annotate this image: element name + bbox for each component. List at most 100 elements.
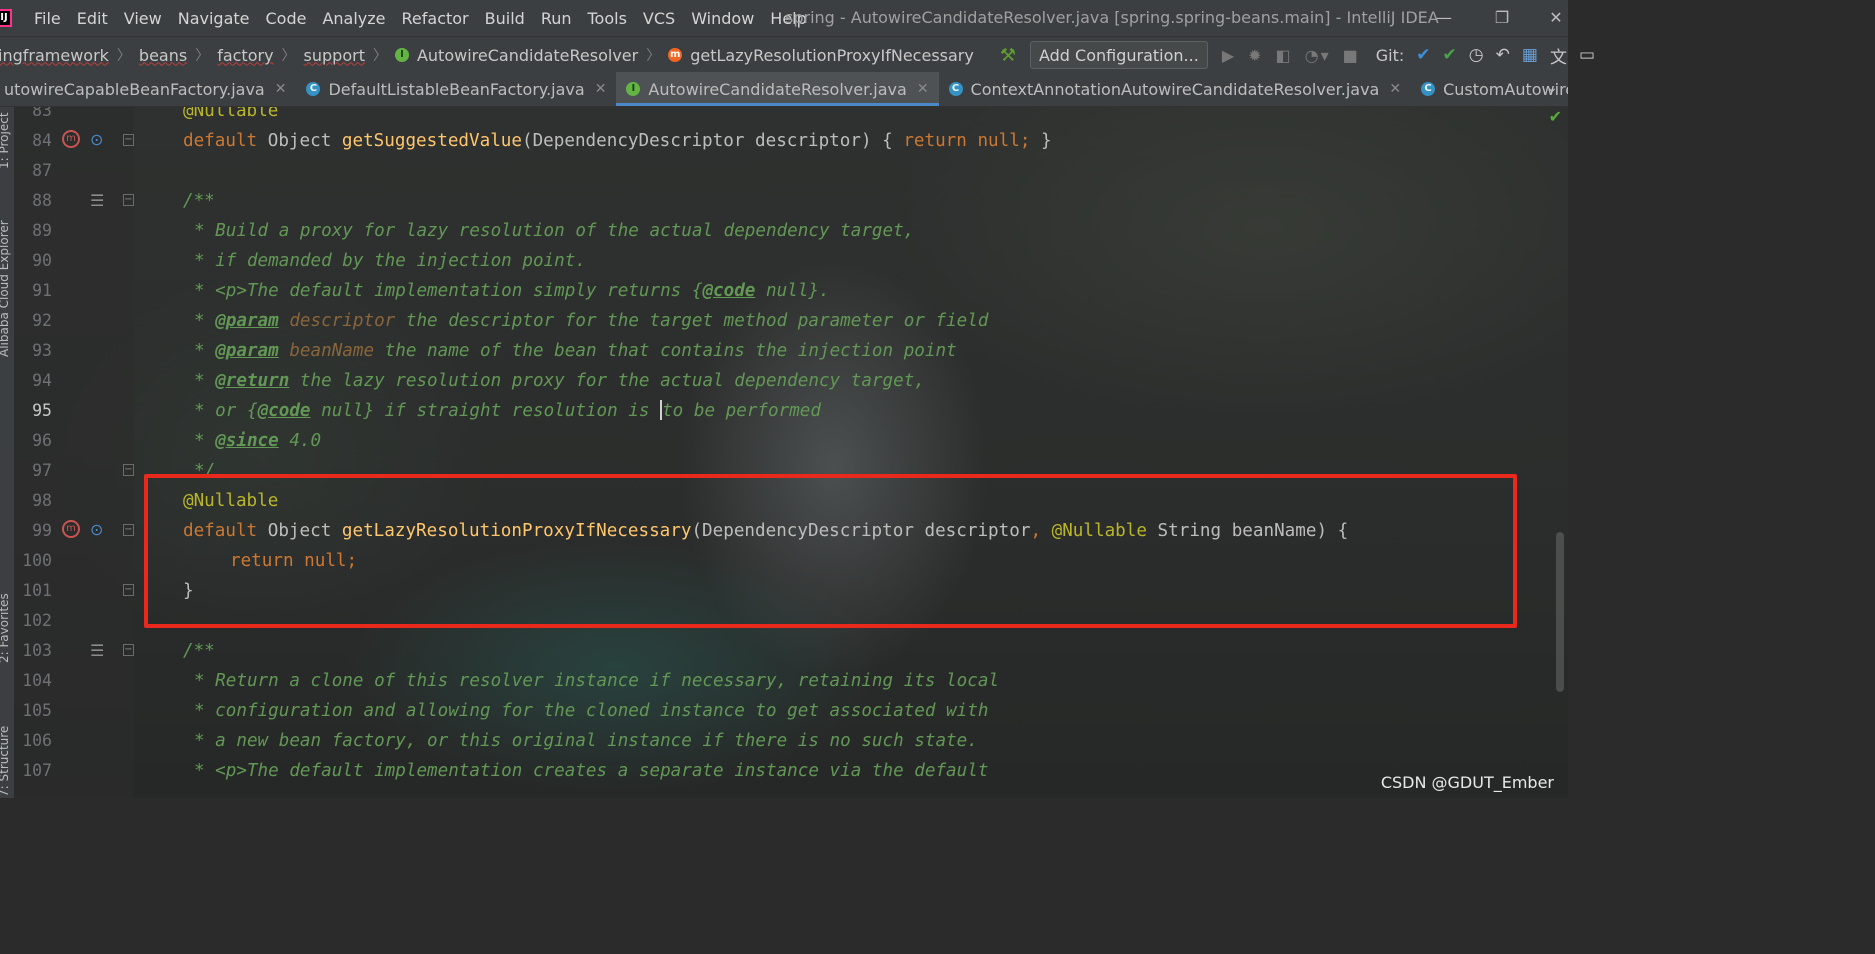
close-icon[interactable]: ✕ (595, 81, 607, 97)
code-text: * or {@code null} if straight resolution… (194, 400, 821, 421)
menu-edit[interactable]: Edit (77, 9, 108, 28)
close-icon[interactable]: ✕ (275, 81, 287, 97)
fold-marker-icon[interactable]: − (123, 584, 134, 596)
git-commit-icon[interactable]: ✔ (1443, 45, 1457, 65)
maximize-button[interactable]: ❐ (1490, 6, 1514, 30)
watermark: CSDN @GDUT_Ember (1380, 773, 1554, 792)
code-text: /** (183, 191, 215, 211)
line-number: 96 (32, 431, 52, 450)
class-icon: C (948, 82, 963, 96)
minimize-button[interactable]: — (1432, 6, 1456, 30)
method-icon: m (668, 48, 683, 62)
vertical-scrollbar[interactable] (1556, 532, 1564, 692)
overridden-method-icon[interactable]: ⊙ (90, 520, 103, 539)
navigation-bar: ingframework 〉 beans 〉 factory 〉 support… (0, 36, 1595, 74)
code-text: * @since 4.0 (194, 431, 322, 451)
profile-icon[interactable]: ◔ (1305, 46, 1319, 65)
build-hammer-icon[interactable]: ⚒ (1000, 45, 1016, 66)
fold-marker-icon[interactable]: − (123, 524, 134, 536)
code-text: * @param beanName the name of the bean t… (194, 341, 957, 361)
history-icon[interactable]: ◷ (1469, 45, 1484, 65)
translate-icon[interactable]: 文 (1550, 43, 1567, 68)
fold-marker-icon[interactable]: − (123, 194, 134, 206)
breadcrumb-springframework[interactable]: ingframework (0, 46, 109, 65)
line-number: 84 (32, 131, 52, 150)
favorites-tool-window-button[interactable]: 2: Favorites (0, 593, 11, 663)
tab-autowire-capable-bean-factory[interactable]: utowireCapableBeanFactory.java ✕ (0, 72, 296, 106)
code-line: 89 * Build a proxy for lazy resolution o… (14, 216, 1568, 246)
tabs-overflow-chevron-icon[interactable]: ⌄ (1546, 80, 1558, 96)
presentation-icon[interactable]: ▭ (1579, 45, 1595, 65)
git-update-icon[interactable]: ✔ (1416, 45, 1430, 65)
breadcrumb-factory[interactable]: factory (217, 46, 273, 65)
breadcrumb-interface[interactable]: I AutowireCandidateResolver (394, 46, 638, 65)
has-implementations-icon[interactable]: m (62, 130, 80, 148)
tab-autowire-candidate-resolver[interactable]: I AutowireCandidateResolver.java ✕ (616, 72, 939, 106)
line-number: 89 (32, 221, 52, 240)
breadcrumb-separator: 〉 (195, 48, 210, 64)
code-line: 94 * @return the lazy resolution proxy f… (14, 366, 1568, 396)
chevron-down-icon[interactable]: ▾ (1321, 46, 1329, 65)
code-editor[interactable]: 83 @Nullable 84 m ⊙ − default Object get… (14, 107, 1568, 798)
code-line: 88 ☰ − /** (14, 186, 1568, 216)
line-number: 107 (22, 761, 52, 780)
breadcrumb-separator: 〉 (116, 48, 131, 64)
tab-custom-autowire-configurer[interactable]: C CustomAutowireConfigurer1 (1411, 72, 1568, 106)
menu-code[interactable]: Code (266, 9, 307, 28)
run-icon[interactable]: ▶ (1222, 46, 1234, 65)
menu-vcs[interactable]: VCS (643, 9, 675, 28)
menu-bar: IJ File Edit View Navigate Code Analyze … (0, 0, 1568, 36)
code-text: * <p>The default implementation creates … (194, 761, 989, 781)
code-text: * @param descriptor the descriptor for t… (194, 311, 989, 331)
menu-window[interactable]: Window (691, 9, 754, 28)
line-number: 99 (32, 521, 52, 540)
fold-marker-icon[interactable]: − (123, 644, 134, 656)
project-tool-window-button[interactable]: 1: Project (0, 112, 11, 169)
tab-default-listable-bean-factory[interactable]: C DefaultListableBeanFactory.java ✕ (296, 72, 616, 106)
editor-tab-bar: utowireCapableBeanFactory.java ✕ C Defau… (0, 72, 1568, 107)
line-number: 94 (32, 371, 52, 390)
breadcrumb-support[interactable]: support (304, 46, 365, 65)
has-implementations-icon[interactable]: m (62, 520, 80, 538)
render-doc-icon[interactable]: ☰ (90, 641, 104, 660)
code-text: * configuration and allowing for the clo… (194, 701, 989, 721)
stop-icon[interactable]: ■ (1343, 46, 1358, 65)
code-line: 83 @Nullable (14, 107, 1568, 126)
fold-marker-icon[interactable]: − (123, 134, 134, 146)
debug-icon[interactable]: ✹ (1248, 46, 1261, 65)
menu-file[interactable]: File (34, 9, 61, 28)
tab-context-annotation-autowire-candidate-resolver[interactable]: C ContextAnnotationAutowireCandidateReso… (939, 72, 1412, 106)
menu-refactor[interactable]: Refactor (402, 9, 469, 28)
menu-analyze[interactable]: Analyze (322, 9, 385, 28)
add-configuration-button[interactable]: Add Configuration... (1029, 41, 1208, 69)
interface-icon: I (626, 82, 641, 96)
close-icon[interactable]: ✕ (917, 81, 929, 97)
menu-run[interactable]: Run (541, 9, 572, 28)
line-number: 83 (32, 107, 52, 120)
menu-tools[interactable]: Tools (588, 9, 627, 28)
menu-build[interactable]: Build (485, 9, 525, 28)
close-window-button[interactable]: ✕ (1544, 6, 1568, 30)
breadcrumb-method[interactable]: m getLazyResolutionProxyIfNecessary (668, 46, 974, 65)
code-line: 103 ☰ − /** (14, 636, 1568, 666)
line-number: 102 (22, 611, 52, 630)
code-line: 107 * <p>The default implementation crea… (14, 756, 1568, 786)
alibaba-cloud-explorer-button[interactable]: Alibaba Cloud Explorer (0, 220, 11, 357)
menu-view[interactable]: View (124, 9, 162, 28)
project-structure-icon[interactable]: ▦ (1522, 45, 1538, 65)
structure-tool-window-button[interactable]: 7: Structure (0, 726, 11, 797)
breadcrumb-beans[interactable]: beans (139, 46, 187, 65)
code-line: 87 (14, 156, 1568, 186)
code-text: * Build a proxy for lazy resolution of t… (194, 221, 915, 241)
render-doc-icon[interactable]: ☰ (90, 191, 104, 210)
coverage-icon[interactable]: ◧ (1276, 46, 1291, 65)
menu-navigate[interactable]: Navigate (178, 9, 250, 28)
line-number: 88 (32, 191, 52, 210)
fold-marker-icon[interactable]: − (123, 464, 134, 476)
rollback-icon[interactable]: ↶ (1496, 45, 1510, 65)
close-icon[interactable]: ✕ (1389, 81, 1401, 97)
line-number: 103 (22, 641, 52, 660)
overridden-method-icon[interactable]: ⊙ (90, 130, 103, 149)
code-line: 92 * @param descriptor the descriptor fo… (14, 306, 1568, 336)
code-line: 96 * @since 4.0 (14, 426, 1568, 456)
